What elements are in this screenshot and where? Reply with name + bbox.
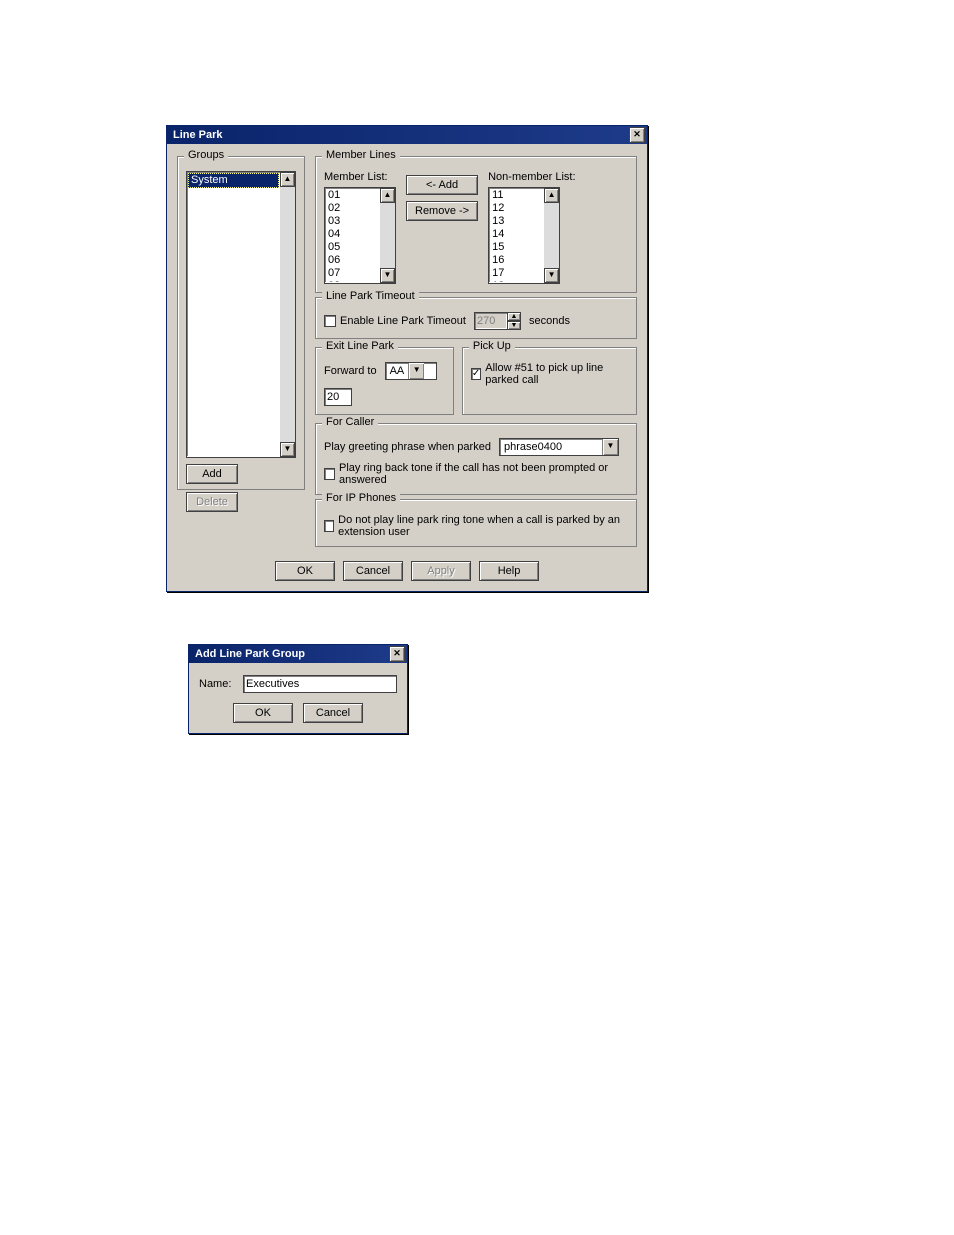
- for-caller-panel: For Caller Play greeting phrase when par…: [315, 423, 637, 495]
- for-ip-legend: For IP Phones: [322, 492, 400, 504]
- list-item[interactable]: System: [188, 173, 279, 188]
- apply-button[interactable]: Apply: [411, 561, 471, 581]
- exit-panel: Exit Line Park Forward to AA ▼ 20: [315, 347, 454, 415]
- list-item[interactable]: 08: [326, 280, 379, 282]
- timeout-panel: Line Park Timeout Enable Line Park Timeo…: [315, 297, 637, 339]
- nonmember-scrollbar[interactable]: ▲ ▼: [544, 188, 559, 283]
- list-item[interactable]: 02: [326, 202, 379, 215]
- groups-delete-button[interactable]: Delete: [186, 492, 238, 512]
- timeout-input[interactable]: 270: [474, 312, 508, 330]
- ok-button[interactable]: OK: [275, 561, 335, 581]
- member-lines-legend: Member Lines: [322, 149, 400, 161]
- ringback-checkbox[interactable]: Play ring back tone if the call has not …: [324, 462, 628, 486]
- list-item[interactable]: 13: [490, 215, 543, 228]
- groups-scrollbar[interactable]: ▲ ▼: [280, 172, 295, 457]
- nonmember-list-label: Non-member List:: [488, 171, 575, 183]
- add-group-title: Add Line Park Group: [195, 648, 305, 660]
- member-list-label: Member List:: [324, 171, 396, 183]
- forward-target-value: AA: [386, 363, 409, 379]
- add-member-button[interactable]: <- Add: [406, 175, 478, 195]
- allow-pickup-label: Allow #51 to pick up line parked call: [485, 362, 628, 386]
- phrase-combo[interactable]: phrase0400 ▼: [499, 438, 619, 456]
- list-item[interactable]: 14: [490, 228, 543, 241]
- chevron-down-icon[interactable]: ▼: [408, 363, 424, 379]
- linepark-dialog: Line Park ✕ Groups System ▲ ▼ Add: [166, 125, 648, 592]
- list-item[interactable]: 04: [326, 228, 379, 241]
- chevron-down-icon[interactable]: ▼: [602, 439, 618, 455]
- addgroup-ok-button[interactable]: OK: [233, 703, 293, 723]
- close-icon[interactable]: ✕: [629, 127, 645, 143]
- no-ring-checkbox[interactable]: Do not play line park ring tone when a c…: [324, 514, 628, 538]
- scroll-up-icon[interactable]: ▲: [380, 188, 395, 203]
- list-item[interactable]: 01: [326, 189, 379, 202]
- forward-to-label: Forward to: [324, 365, 377, 377]
- cancel-button[interactable]: Cancel: [343, 561, 403, 581]
- list-item[interactable]: 11: [490, 189, 543, 202]
- name-input[interactable]: Executives: [243, 675, 397, 693]
- list-item[interactable]: 15: [490, 241, 543, 254]
- close-icon[interactable]: ✕: [389, 646, 405, 662]
- for-caller-legend: For Caller: [322, 416, 378, 428]
- play-phrase-label: Play greeting phrase when parked: [324, 441, 491, 453]
- enable-timeout-checkbox[interactable]: Enable Line Park Timeout: [324, 315, 466, 327]
- pickup-legend: Pick Up: [469, 340, 515, 352]
- forward-target-combo[interactable]: AA ▼: [385, 362, 437, 380]
- scroll-up-icon[interactable]: ▲: [544, 188, 559, 203]
- nonmember-list[interactable]: 11121314151617181920 ▲ ▼: [488, 187, 560, 284]
- list-item[interactable]: 05: [326, 241, 379, 254]
- member-lines-panel: Member Lines Member List: 01020304050607…: [315, 156, 637, 293]
- addgroup-cancel-button[interactable]: Cancel: [303, 703, 363, 723]
- timeout-unit-label: seconds: [529, 315, 570, 327]
- exit-legend: Exit Line Park: [322, 340, 398, 352]
- list-item[interactable]: 18: [490, 280, 543, 282]
- for-ip-panel: For IP Phones Do not play line park ring…: [315, 499, 637, 547]
- name-label: Name:: [199, 678, 235, 690]
- allow-pickup-checkbox[interactable]: Allow #51 to pick up line parked call: [471, 362, 628, 386]
- groups-panel: Groups System ▲ ▼ Add Delete: [177, 156, 305, 490]
- linepark-titlebar[interactable]: Line Park ✕: [167, 126, 647, 144]
- timeout-legend: Line Park Timeout: [322, 290, 419, 302]
- enable-timeout-label: Enable Line Park Timeout: [340, 315, 466, 327]
- phrase-value: phrase0400: [500, 439, 602, 455]
- list-item[interactable]: 16: [490, 254, 543, 267]
- ringback-label: Play ring back tone if the call has not …: [339, 462, 628, 486]
- spinner-down-icon[interactable]: ▼: [507, 321, 521, 330]
- timeout-spinner[interactable]: 270 ▲ ▼: [474, 312, 521, 330]
- scroll-up-icon[interactable]: ▲: [280, 172, 295, 187]
- list-item[interactable]: 06: [326, 254, 379, 267]
- add-group-dialog: Add Line Park Group ✕ Name: Executives O…: [188, 644, 408, 734]
- list-item[interactable]: 03: [326, 215, 379, 228]
- scroll-down-icon[interactable]: ▼: [280, 442, 295, 457]
- groups-legend: Groups: [184, 149, 228, 161]
- forward-ext-input[interactable]: 20: [324, 388, 352, 406]
- remove-member-button[interactable]: Remove ->: [406, 201, 478, 221]
- pickup-panel: Pick Up Allow #51 to pick up line parked…: [462, 347, 637, 415]
- add-group-titlebar[interactable]: Add Line Park Group ✕: [189, 645, 407, 663]
- list-item[interactable]: 12: [490, 202, 543, 215]
- no-ring-label: Do not play line park ring tone when a c…: [338, 514, 628, 538]
- list-item[interactable]: 07: [326, 267, 379, 280]
- list-item[interactable]: 17: [490, 267, 543, 280]
- linepark-title: Line Park: [173, 129, 223, 141]
- scroll-down-icon[interactable]: ▼: [380, 268, 395, 283]
- groups-add-button[interactable]: Add: [186, 464, 238, 484]
- help-button[interactable]: Help: [479, 561, 539, 581]
- member-list[interactable]: 01020304050607080910 ▲ ▼: [324, 187, 396, 284]
- member-scrollbar[interactable]: ▲ ▼: [380, 188, 395, 283]
- scroll-down-icon[interactable]: ▼: [544, 268, 559, 283]
- spinner-up-icon[interactable]: ▲: [507, 312, 521, 321]
- groups-list[interactable]: System ▲ ▼: [186, 171, 296, 458]
